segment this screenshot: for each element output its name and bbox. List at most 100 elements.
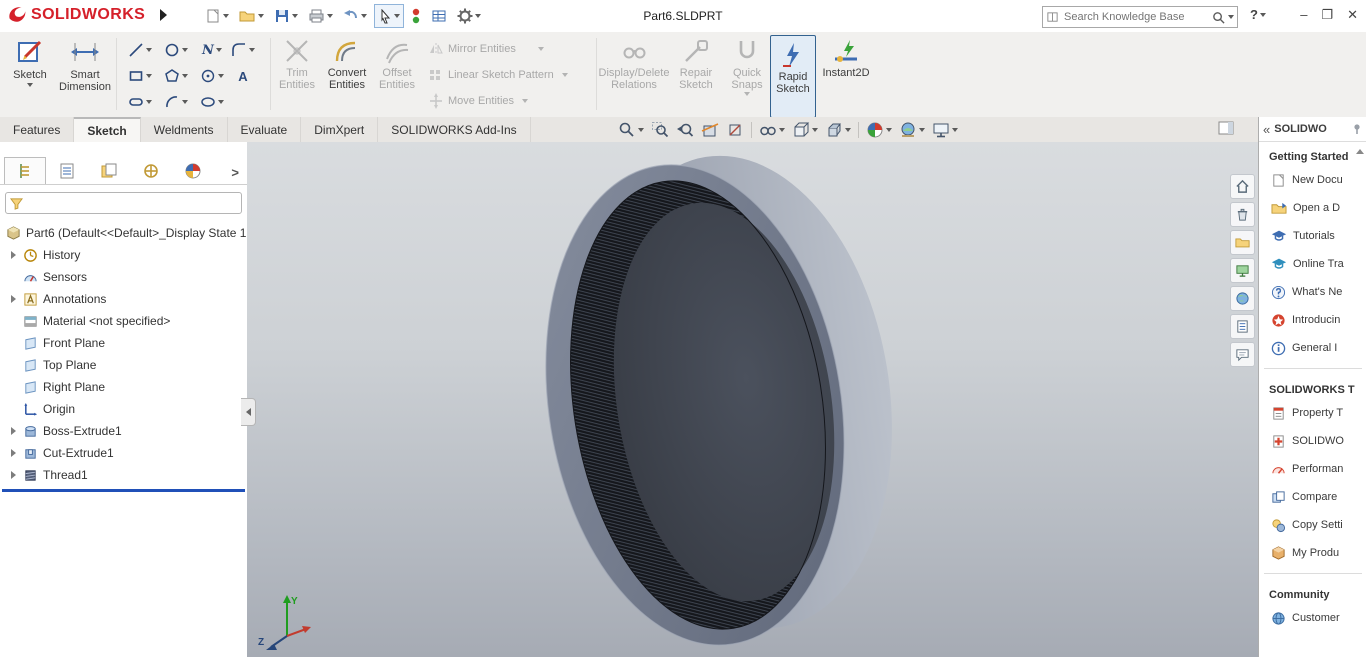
task-item-performance[interactable]: Performan bbox=[1259, 455, 1366, 483]
restore-button[interactable]: ❐ bbox=[1321, 7, 1333, 23]
polygon-tool[interactable] bbox=[158, 68, 194, 84]
manager-tab-overflow[interactable]: > bbox=[231, 165, 239, 180]
smart-dimension-button[interactable]: Smart Dimension bbox=[56, 32, 114, 117]
close-button[interactable]: ✕ bbox=[1347, 7, 1358, 23]
fillet-tool[interactable] bbox=[230, 42, 256, 58]
toolbar-expand-icon[interactable] bbox=[160, 9, 167, 21]
task-pane-toggle[interactable] bbox=[1218, 121, 1234, 136]
sketch-button[interactable]: Sketch bbox=[4, 32, 56, 117]
tree-root[interactable]: Part6 (Default<<Default>_Display State 1 bbox=[0, 222, 247, 244]
tree-item-cut-extrude[interactable]: Cut-Extrude1 bbox=[0, 442, 247, 464]
tab-weldments[interactable]: Weldments bbox=[141, 117, 228, 142]
search-input[interactable] bbox=[1062, 10, 1209, 24]
minimize-button[interactable]: – bbox=[1300, 7, 1307, 23]
custom-properties-button[interactable] bbox=[1230, 314, 1255, 339]
tab-sketch[interactable]: Sketch bbox=[74, 117, 141, 142]
task-item-my-products[interactable]: My Produ bbox=[1259, 539, 1366, 567]
tab-featuremanager-tree[interactable] bbox=[4, 157, 46, 184]
tree-item-right-plane[interactable]: Right Plane bbox=[0, 376, 247, 398]
tree-item-boss-extrude[interactable]: Boss-Extrude1 bbox=[0, 420, 247, 442]
tab-configuration-manager[interactable] bbox=[88, 157, 130, 184]
convert-entities-button[interactable]: Convert Entities bbox=[322, 32, 372, 122]
line-tool[interactable] bbox=[122, 42, 158, 58]
tree-item-top-plane[interactable]: Top Plane bbox=[0, 354, 247, 376]
pin-icon[interactable] bbox=[1351, 123, 1363, 135]
previous-view-button[interactable] bbox=[676, 121, 694, 139]
arc-tool[interactable] bbox=[158, 94, 194, 110]
task-item-tutorials[interactable]: Tutorials bbox=[1259, 222, 1366, 250]
open-document-button[interactable] bbox=[236, 3, 267, 29]
tree-item-sensors[interactable]: Sensors bbox=[0, 266, 247, 288]
task-item-property-tab[interactable]: Property T bbox=[1259, 399, 1366, 427]
rapid-sketch-button[interactable]: Rapid Sketch bbox=[770, 35, 816, 118]
task-item-whats-new[interactable]: What's Ne bbox=[1259, 278, 1366, 306]
task-item-solidworks-rx[interactable]: SOLIDWO bbox=[1259, 427, 1366, 455]
hide-show-items-button[interactable] bbox=[759, 121, 785, 139]
web-browser-button[interactable] bbox=[1230, 286, 1255, 311]
text-tool[interactable]: A bbox=[230, 69, 256, 84]
ellipse-tool[interactable] bbox=[194, 94, 230, 110]
tab-display-manager[interactable] bbox=[172, 157, 214, 184]
task-item-introducing[interactable]: Introducin bbox=[1259, 306, 1366, 334]
select-tool-button[interactable] bbox=[374, 4, 404, 28]
model-3d-part[interactable] bbox=[543, 152, 903, 657]
tab-evaluate[interactable]: Evaluate bbox=[228, 117, 302, 142]
tab-dimxpert[interactable]: DimXpert bbox=[301, 117, 379, 142]
expand-pane-icon[interactable]: « bbox=[1263, 122, 1270, 137]
new-document-button[interactable] bbox=[202, 3, 232, 29]
zoom-to-fit-button[interactable] bbox=[618, 121, 644, 139]
edit-appearance-button[interactable] bbox=[866, 121, 892, 139]
task-item-open-document[interactable]: Open a D bbox=[1259, 194, 1366, 222]
view-settings-button[interactable] bbox=[932, 121, 958, 139]
view-selector-button[interactable] bbox=[1230, 258, 1255, 283]
xpress-products-button[interactable] bbox=[408, 3, 424, 29]
tab-features[interactable]: Features bbox=[0, 117, 75, 142]
panel-collapse-handle[interactable] bbox=[241, 398, 256, 426]
display-style-button[interactable] bbox=[792, 121, 818, 139]
tab-addins[interactable]: SOLIDWORKS Add-Ins bbox=[378, 117, 531, 142]
graphics-viewport[interactable]: Y Z bbox=[247, 142, 1258, 657]
tree-item-origin[interactable]: Origin bbox=[0, 398, 247, 420]
tree-item-material[interactable]: Material <not specified> bbox=[0, 310, 247, 332]
spline-tool[interactable]: N bbox=[194, 43, 230, 58]
tree-item-annotations[interactable]: Annotations bbox=[0, 288, 247, 310]
tree-filter-input[interactable] bbox=[5, 192, 242, 214]
file-explorer-button[interactable] bbox=[1230, 230, 1255, 255]
dynamic-annotation-button[interactable] bbox=[726, 121, 744, 139]
knowledge-base-search[interactable] bbox=[1042, 6, 1238, 28]
section-view-button[interactable] bbox=[701, 121, 719, 139]
tab-dimxpert-manager[interactable] bbox=[130, 157, 172, 184]
slot-tool[interactable] bbox=[122, 94, 158, 110]
tab-property-manager[interactable] bbox=[46, 157, 88, 184]
apply-scene-button[interactable] bbox=[899, 121, 925, 139]
orientation-triad[interactable]: Y Z bbox=[257, 592, 327, 654]
recycle-bin-button[interactable] bbox=[1230, 202, 1255, 227]
help-button[interactable]: ? bbox=[1250, 7, 1266, 22]
tree-item-history[interactable]: History bbox=[0, 244, 247, 266]
task-item-online-training[interactable]: Online Tra bbox=[1259, 250, 1366, 278]
part-thread-band[interactable] bbox=[543, 152, 903, 657]
task-item-copy-settings[interactable]: Copy Setti bbox=[1259, 511, 1366, 539]
save-button[interactable] bbox=[271, 3, 301, 29]
zoom-to-area-button[interactable] bbox=[651, 121, 669, 139]
task-item-compare[interactable]: Compare bbox=[1259, 483, 1366, 511]
design-table-button[interactable] bbox=[428, 3, 450, 29]
task-item-customer-portal[interactable]: Customer bbox=[1259, 604, 1366, 632]
undo-button[interactable] bbox=[340, 3, 370, 29]
rectangle-tool[interactable] bbox=[122, 68, 158, 84]
rollback-bar[interactable] bbox=[2, 489, 245, 492]
task-item-general-info[interactable]: General I bbox=[1259, 334, 1366, 362]
view-orientation-button[interactable] bbox=[825, 121, 851, 139]
perimeter-circle-tool[interactable] bbox=[194, 68, 230, 84]
options-button[interactable] bbox=[454, 3, 484, 29]
comments-button[interactable] bbox=[1230, 342, 1255, 367]
home-button[interactable] bbox=[1230, 174, 1255, 199]
sketch-caret[interactable] bbox=[27, 83, 33, 87]
tree-item-front-plane[interactable]: Front Plane bbox=[0, 332, 247, 354]
instant2d-button[interactable]: Instant2D bbox=[820, 32, 872, 122]
circle-tool[interactable] bbox=[158, 42, 194, 58]
search-scope-caret[interactable] bbox=[1228, 15, 1234, 19]
scroll-up-button[interactable] bbox=[1354, 145, 1366, 157]
tree-item-thread[interactable]: Thread1 bbox=[0, 464, 247, 486]
print-button[interactable] bbox=[305, 3, 336, 29]
